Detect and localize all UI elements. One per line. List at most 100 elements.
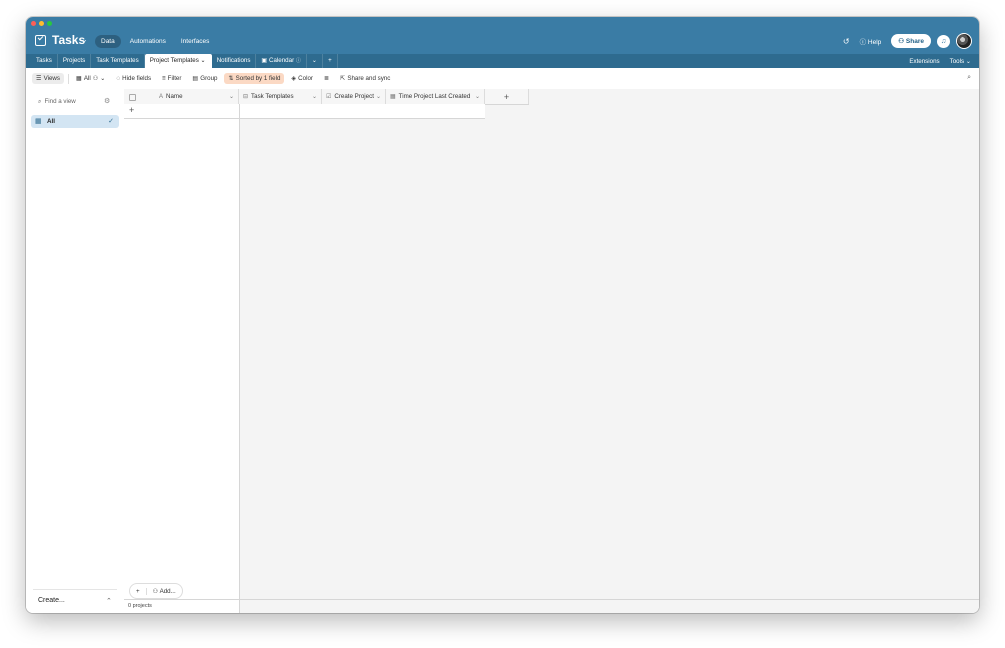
- more-tabs-chevron-icon[interactable]: ⌄: [307, 54, 324, 68]
- top-right-actions: ↺ ⓘ Help ⚇ Share ♫: [843, 33, 972, 49]
- chevron-down-icon[interactable]: ⌄: [201, 57, 206, 64]
- grid-frozen-pane: [124, 89, 240, 613]
- share-sync-button[interactable]: ⇱ Share and sync: [336, 73, 394, 84]
- chevron-up-icon[interactable]: ⌃: [106, 597, 112, 605]
- link-icon: ⊟: [243, 94, 249, 100]
- sort-button[interactable]: ⇅ Sorted by 1 field: [224, 73, 285, 84]
- minimize-window-button[interactable]: [39, 21, 44, 26]
- current-view-button[interactable]: ▦ All ⚇ ⌄: [72, 73, 110, 84]
- check-icon: ✓: [108, 118, 114, 125]
- tab-task-templates[interactable]: Task Templates: [91, 54, 145, 68]
- table-tabs-bar: Tasks Projects Task Templates Project Te…: [26, 54, 979, 68]
- add-record-row[interactable]: +: [124, 104, 485, 119]
- share-sync-label: Share and sync: [347, 75, 391, 82]
- find-view-placeholder: Find a view: [44, 98, 76, 105]
- chevron-down-icon[interactable]: ⌄: [81, 35, 88, 44]
- select-all-checkbox[interactable]: [129, 94, 136, 101]
- add-with-options-button[interactable]: ⚇ Add...: [145, 587, 182, 595]
- divider: [33, 589, 117, 590]
- row-height-icon[interactable]: ≣: [320, 73, 333, 84]
- help-label: Help: [867, 39, 882, 46]
- search-icon[interactable]: ⌕: [967, 74, 971, 82]
- search-icon: ⌕: [38, 98, 42, 105]
- column-header-create-project[interactable]: ☑ Create Project ⌄: [322, 89, 386, 104]
- column-time-label: Time Project Last Created: [398, 93, 471, 100]
- gear-icon[interactable]: ⚙: [104, 97, 110, 105]
- top-bar: Tasks ⌄ Data Automations Interfaces ↺ ⓘ …: [26, 17, 979, 54]
- tabs-right: Extensions Tools ⌄: [906, 54, 974, 68]
- tab-project-templates[interactable]: Project Templates ⌄: [144, 54, 212, 68]
- menu-icon: ☰: [36, 75, 42, 82]
- column-header-name[interactable]: A Name ⌄: [124, 89, 239, 104]
- nav-interfaces[interactable]: Interfaces: [175, 35, 216, 48]
- help-button[interactable]: ⓘ Help: [856, 34, 886, 48]
- footer-summary: 0 projects: [124, 600, 240, 613]
- table-tabs: Tasks Projects Task Templates Project Te…: [31, 54, 338, 68]
- nav-automations[interactable]: Automations: [124, 35, 172, 48]
- filter-button[interactable]: ≡ Filter: [158, 73, 185, 84]
- chevron-down-icon[interactable]: ⌄: [312, 93, 317, 100]
- frozen-divider: [239, 104, 240, 118]
- views-label: Views: [43, 75, 60, 82]
- column-header-row: A Name ⌄ ⊟ Task Templates ⌄ ☑ Create Pro…: [124, 89, 529, 105]
- record-count: 0 projects: [128, 603, 152, 609]
- calendar-sync-icon: ▣: [261, 57, 268, 64]
- filter-label: Filter: [167, 75, 182, 82]
- maximize-window-button[interactable]: [47, 21, 52, 26]
- extensions-button[interactable]: Extensions: [906, 58, 942, 65]
- sort-icon: ⇅: [228, 75, 234, 82]
- tools-button[interactable]: Tools ⌄: [947, 58, 974, 65]
- tab-projects[interactable]: Projects: [58, 54, 92, 68]
- chevron-down-icon[interactable]: ⌄: [376, 93, 381, 100]
- share-button[interactable]: ⚇ Share: [891, 34, 931, 48]
- tab-tasks[interactable]: Tasks: [31, 54, 58, 68]
- column-create-project-label: Create Project: [334, 93, 374, 100]
- bottom-add-controls: + ⚇ Add...: [129, 583, 183, 599]
- tab-notifications[interactable]: Notifications: [212, 54, 257, 68]
- column-header-time-project-last-created[interactable]: ▦ Time Project Last Created ⌄: [386, 89, 485, 104]
- color-button[interactable]: ◈ Color: [287, 73, 317, 84]
- plus-icon: +: [129, 105, 135, 115]
- column-name-label: Name: [166, 93, 183, 100]
- sidebar-view-all[interactable]: ▦ All ✓: [31, 115, 119, 128]
- sidebar-view-label: All: [47, 118, 55, 125]
- create-view-button[interactable]: Create...: [38, 597, 65, 604]
- people-icon: ⚇: [92, 75, 99, 82]
- grid-footer: 0 projects: [124, 599, 979, 613]
- checkbox-icon: ☑: [326, 94, 332, 100]
- divider: [67, 73, 69, 84]
- add-record-button[interactable]: +: [130, 588, 146, 595]
- records-grid: A Name ⌄ ⊟ Task Templates ⌄ ☑ Create Pro…: [124, 89, 979, 613]
- add-table-icon[interactable]: +: [323, 54, 338, 68]
- group-button[interactable]: ▤ Group: [188, 73, 221, 84]
- current-view-label: All: [83, 75, 91, 82]
- color-label: Color: [298, 75, 313, 82]
- top-nav: Data Automations Interfaces: [95, 35, 215, 48]
- close-window-button[interactable]: [31, 21, 36, 26]
- grid-icon: ▦: [35, 118, 42, 125]
- views-sidebar: ⌕ Find a view ⚙ ▦ All ✓ Create... ⌃: [26, 89, 125, 613]
- calendar-icon: ▦: [390, 94, 396, 100]
- history-icon[interactable]: ↺: [843, 37, 850, 46]
- tab-calendar-label: Calendar: [269, 57, 295, 64]
- hide-fields-button[interactable]: ◌ Hide fields: [112, 73, 155, 84]
- text-field-icon: A: [159, 93, 164, 100]
- chevron-down-icon[interactable]: ⌄: [229, 93, 234, 100]
- chevron-down-icon: ⌄: [100, 75, 106, 82]
- column-header-task-templates[interactable]: ⊟ Task Templates ⌄: [239, 89, 322, 104]
- tab-project-templates-label: Project Templates: [149, 57, 199, 64]
- tab-calendar[interactable]: ▣ Calendar ⓘ: [256, 54, 307, 68]
- notification-bell-icon[interactable]: ♫: [937, 34, 950, 48]
- user-avatar[interactable]: [956, 33, 972, 49]
- nav-data[interactable]: Data: [95, 35, 121, 48]
- add-column-button[interactable]: +: [485, 89, 529, 104]
- views-button[interactable]: ☰ Views: [32, 73, 64, 84]
- chevron-down-icon[interactable]: ⌄: [475, 93, 480, 100]
- hide-fields-label: Hide fields: [122, 75, 152, 82]
- paint-bucket-icon: ◈: [291, 75, 297, 82]
- sort-label: Sorted by 1 field: [235, 75, 281, 82]
- window-controls: [31, 21, 52, 26]
- find-view-input[interactable]: ⌕ Find a view: [38, 98, 76, 106]
- share-label: Share: [905, 38, 924, 45]
- view-toolbar: ☰ Views ▦ All ⚇ ⌄ ◌ Hide fields ≡ Filter ▤ Grou…: [26, 68, 979, 90]
